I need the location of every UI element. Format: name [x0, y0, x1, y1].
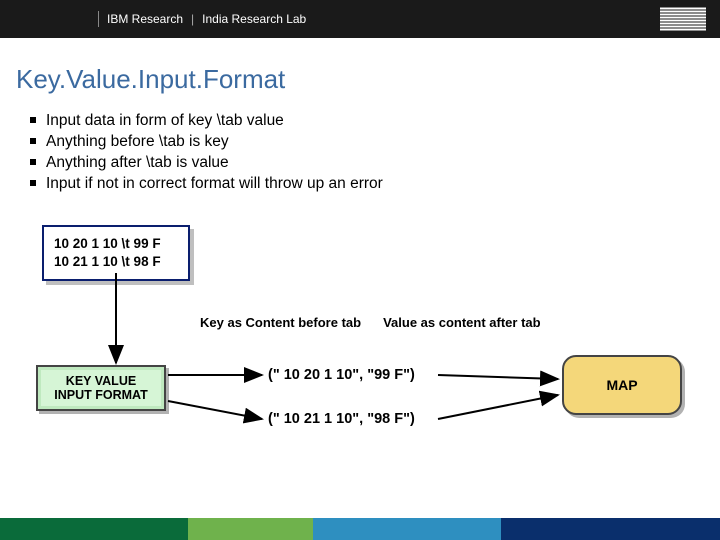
output-pair-1: (" 10 20 1 10", "99 F") — [268, 367, 415, 383]
bullet-item: Anything before \tab is key — [30, 132, 720, 153]
value-column-label: Value as content after tab — [383, 315, 541, 330]
data-line: 10 20 1 10 \t 99 F — [54, 235, 178, 253]
arrow-pair2-to-map — [438, 395, 558, 419]
footer-color-2 — [188, 518, 313, 540]
data-line: 10 21 1 10 \t 98 F — [54, 253, 178, 271]
header-lab: India Research Lab — [202, 12, 306, 26]
map-box: MAP — [562, 355, 682, 415]
footer-color-3 — [313, 518, 501, 540]
column-labels: Key as Content before tab Value as conte… — [200, 315, 541, 330]
footer-color-4 — [501, 518, 720, 540]
key-value-input-format-box: KEY VALUE INPUT FORMAT — [36, 365, 166, 411]
bullet-item: Input if not in correct format will thro… — [30, 174, 720, 195]
map-label: MAP — [606, 377, 637, 393]
header-bar: IBM Research | India Research Lab — [0, 0, 720, 38]
header-rule — [98, 11, 99, 27]
slide-title: Key.Value.Input.Format — [0, 38, 720, 111]
diagram-area: 10 20 1 10 \t 99 F 10 21 1 10 \t 98 F Ke… — [0, 215, 720, 485]
key-column-label: Key as Content before tab — [200, 315, 361, 330]
ibm-logo — [660, 8, 706, 31]
input-data-box: 10 20 1 10 \t 99 F 10 21 1 10 \t 98 F — [42, 225, 190, 281]
output-pair-2: (" 10 21 1 10", "98 F") — [268, 411, 415, 427]
footer-color-1 — [0, 518, 188, 540]
header-org: IBM Research — [107, 12, 183, 26]
header-separator: | — [191, 12, 194, 26]
bullet-item: Anything after \tab is value — [30, 153, 720, 174]
bullet-list: Input data in form of key \tab value Any… — [0, 111, 720, 195]
footer-stripe — [0, 518, 720, 540]
kvif-line1: KEY VALUE — [54, 374, 148, 388]
arrow-kvif-to-pair2 — [168, 401, 262, 419]
arrow-pair1-to-map — [438, 375, 558, 379]
kvif-line2: INPUT FORMAT — [54, 388, 148, 402]
bullet-item: Input data in form of key \tab value — [30, 111, 720, 132]
